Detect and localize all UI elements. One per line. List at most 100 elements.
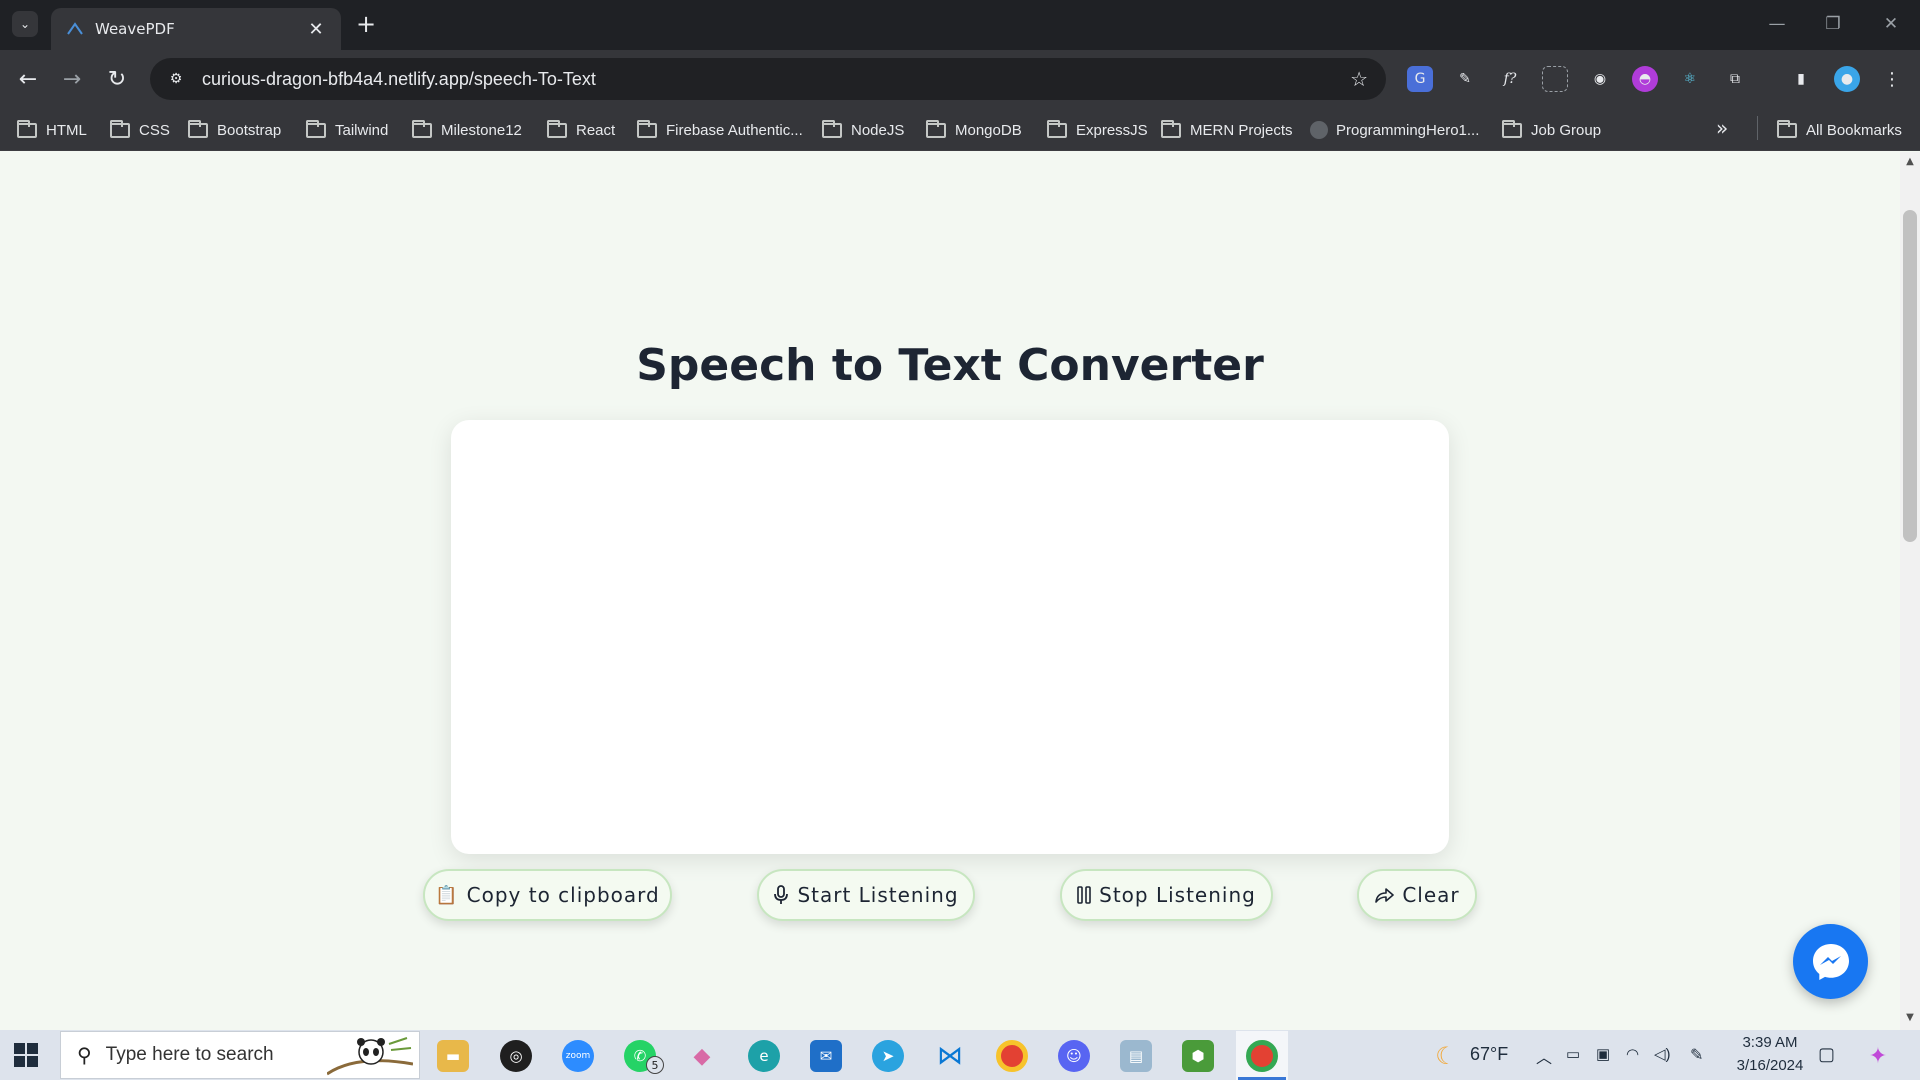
address-url[interactable]: curious-dragon-bfb4a4.netlify.app/speech…	[202, 69, 596, 90]
messenger-chat-button[interactable]	[1793, 924, 1868, 999]
microphone-icon	[774, 885, 789, 904]
bookmarks-overflow-icon[interactable]: »	[1716, 116, 1728, 140]
stop-button-label: Stop Listening	[1099, 883, 1256, 907]
clock-date[interactable]: 3/16/2024	[1727, 1057, 1813, 1074]
notifications-icon[interactable]: ▢	[1818, 1044, 1835, 1065]
wifi-icon[interactable]: ◠	[1626, 1045, 1639, 1063]
bookmark-react[interactable]: React	[547, 118, 615, 142]
bookmark-star-icon[interactable]: ☆	[1350, 67, 1368, 91]
minimize-icon[interactable]: —	[1760, 10, 1794, 38]
browser-menu-icon[interactable]: ⋮	[1879, 66, 1905, 92]
folder-icon	[1777, 119, 1797, 138]
weather-temp[interactable]: 67°F	[1470, 1044, 1508, 1065]
pen-icon[interactable]: ✎	[1690, 1045, 1703, 1065]
clear-button-label: Clear	[1402, 883, 1460, 907]
bookmark-bootstrap[interactable]: Bootstrap	[188, 118, 281, 142]
weavepdf-favicon-icon	[67, 22, 83, 35]
reload-icon[interactable]: ↻	[102, 64, 132, 94]
bookmark-job-group[interactable]: Job Group	[1502, 118, 1601, 142]
bookmark-mongodb[interactable]: MongoDB	[926, 118, 1022, 142]
clock-time[interactable]: 3:39 AM	[1735, 1034, 1805, 1051]
file-explorer-icon[interactable]: ▬	[437, 1040, 469, 1072]
taskbar-search-box[interactable]: ⚲ Type here to search	[60, 1031, 420, 1079]
address-bar[interactable]: ⚙ curious-dragon-bfb4a4.netlify.app/spee…	[150, 58, 1386, 100]
scroll-up-icon[interactable]: ▲	[1904, 156, 1916, 167]
discord-icon[interactable]: ☺	[1058, 1040, 1090, 1072]
bookmark-label: Job Group	[1531, 121, 1602, 139]
folder-icon	[822, 119, 842, 138]
clear-button[interactable]: Clear	[1357, 869, 1477, 921]
page-title: Speech to Text Converter	[636, 340, 1264, 391]
nodejs-icon[interactable]: ⬢	[1182, 1040, 1214, 1072]
camera-extension-icon[interactable]: ◉	[1587, 66, 1613, 92]
tab-weavepdf[interactable]: WeavePDF ✕	[51, 8, 341, 50]
messenger-icon	[1812, 943, 1849, 980]
restore-icon[interactable]: ❐	[1816, 10, 1850, 38]
bookmarks-divider	[1757, 116, 1758, 140]
scrollbar-thumb[interactable]	[1903, 210, 1917, 542]
back-icon[interactable]: ←	[13, 64, 43, 94]
bookmark-css[interactable]: CSS	[110, 118, 170, 142]
bookmark-html[interactable]: HTML	[17, 118, 87, 142]
folder-icon	[17, 119, 37, 138]
bookmark-label: NodeJS	[851, 121, 905, 139]
mail-icon[interactable]: ✉	[810, 1040, 842, 1072]
github-icon	[1310, 121, 1328, 139]
all-bookmarks[interactable]: All Bookmarks	[1777, 118, 1902, 142]
notepad-icon[interactable]: ▤	[1120, 1040, 1152, 1072]
whatsapp-badge: 5	[646, 1056, 664, 1074]
close-window-icon[interactable]: ✕	[1874, 10, 1908, 38]
folder-icon	[110, 119, 130, 138]
stop-listening-button[interactable]: Stop Listening	[1060, 869, 1273, 921]
bookmark-milestone12[interactable]: Milestone12	[412, 118, 522, 142]
screenshot-area-extension-icon[interactable]	[1542, 66, 1568, 92]
windows-start-icon[interactable]	[14, 1043, 38, 1067]
folder-icon	[547, 119, 567, 138]
weather-moon-icon[interactable]: ☾	[1430, 1040, 1462, 1072]
telegram-icon[interactable]: ➤	[872, 1040, 904, 1072]
edge-icon[interactable]: e	[748, 1040, 780, 1072]
battery-icon[interactable]: ▭	[1566, 1045, 1580, 1063]
vscode-icon[interactable]: ⋈	[934, 1040, 966, 1072]
font-extension-icon[interactable]: f?	[1497, 66, 1523, 92]
bookmark-label: Milestone12	[441, 121, 522, 139]
folder-icon	[306, 119, 326, 138]
bookmark-label: React	[576, 121, 616, 139]
bookmark-label: MongoDB	[955, 121, 1022, 139]
bookmark-tailwind[interactable]: Tailwind	[306, 118, 388, 142]
vpn-extension-icon[interactable]: ◓	[1632, 66, 1658, 92]
start-listening-button[interactable]: Start Listening	[757, 869, 975, 921]
profile-avatar[interactable]: ●	[1834, 66, 1860, 92]
extensions-puzzle-icon[interactable]: ⧉	[1722, 66, 1748, 92]
meet-now-icon[interactable]: ▣	[1596, 1045, 1610, 1063]
bookmark-nodejs[interactable]: NodeJS	[822, 118, 904, 142]
tab-close-icon[interactable]: ✕	[305, 19, 327, 40]
bookmark-firebase[interactable]: Firebase Authentic...	[637, 118, 803, 142]
transcript-textarea[interactable]	[451, 420, 1449, 854]
bookmark-programminghero[interactable]: ProgrammingHero1...	[1310, 118, 1479, 142]
tab-search-chevron-icon[interactable]: ⌄	[12, 11, 38, 37]
scroll-down-icon[interactable]: ▼	[1904, 1012, 1916, 1023]
bookmark-label: ProgrammingHero1...	[1336, 121, 1480, 139]
taskbar-search-placeholder: Type here to search	[105, 1044, 274, 1065]
bookmark-expressjs[interactable]: ExpressJS	[1047, 118, 1148, 142]
site-settings-icon[interactable]: ⚙	[166, 69, 186, 89]
forward-icon[interactable]: →	[57, 64, 87, 94]
zoom-icon[interactable]: zoom	[562, 1040, 594, 1072]
react-devtools-icon[interactable]: ⚛	[1677, 66, 1703, 92]
volume-icon[interactable]: ◁)	[1654, 1045, 1671, 1063]
translate-extension-icon[interactable]: G	[1407, 66, 1433, 92]
bookmark-mern-projects[interactable]: MERN Projects	[1161, 118, 1293, 142]
new-tab-button[interactable]: +	[352, 10, 380, 38]
bookmark-label: ExpressJS	[1076, 121, 1148, 139]
all-bookmarks-label: All Bookmarks	[1806, 121, 1902, 139]
eyedropper-extension-icon[interactable]: ✎	[1452, 66, 1478, 92]
chrome-active-icon[interactable]	[1246, 1040, 1278, 1072]
tray-chevron-icon[interactable]: ︿	[1536, 1044, 1552, 1068]
gitkraken-icon[interactable]: ◆	[686, 1040, 718, 1072]
obs-icon[interactable]: ◎	[500, 1040, 532, 1072]
side-panel-icon[interactable]: ▮	[1788, 66, 1814, 92]
copilot-icon[interactable]: ✦	[1862, 1040, 1894, 1072]
chrome-icon[interactable]	[996, 1040, 1028, 1072]
copy-to-clipboard-button[interactable]: 📋 Copy to clipboard	[423, 869, 672, 921]
